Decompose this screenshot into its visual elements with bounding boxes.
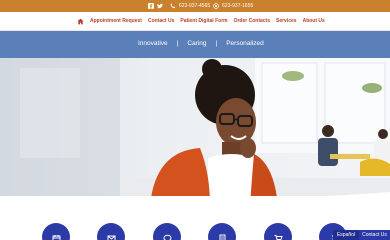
phone-icon [170,3,176,9]
chat-icon [163,230,172,240]
feature-band [0,192,390,240]
tagline-banner: Innovative | Caring | Personalized [0,31,390,58]
tagline-caring: Caring [187,40,207,47]
tagline-personalized: Personalized [226,40,264,47]
language-toggle-button[interactable]: Español [333,230,359,240]
nav-contact-us[interactable]: Contact Us [148,17,174,26]
top-utility-bar: 623-937-4565 623-937-1655 [0,0,390,12]
facebook-icon[interactable] [148,3,154,9]
tagline-separator: | [176,40,179,47]
tagline-innovative: Innovative [138,40,168,47]
fax-number: 623-937-1655 [222,3,254,9]
hero-image [0,58,390,206]
contact-us-widget-button[interactable]: Contact Us [359,230,390,240]
calendar-feature-button[interactable] [42,223,70,240]
twitter-icon[interactable] [157,3,163,9]
mail-icon [107,230,116,240]
main-navigation: Appointment Request Contact Us Patient D… [0,12,390,31]
wave-divider [0,192,390,204]
fax-icon [213,3,219,9]
chat-feature-button[interactable] [153,223,181,240]
nav-appointment-request[interactable]: Appointment Request [90,17,142,26]
form-icon [218,230,227,240]
nav-order-contacts[interactable]: Order Contacts [234,17,270,26]
cart-feature-button[interactable] [264,223,292,240]
cart-icon [274,230,283,240]
mail-feature-button[interactable] [97,223,125,240]
tagline-separator: | [215,40,218,47]
nav-services[interactable]: Services [276,17,297,26]
nav-patient-digital-form[interactable]: Patient Digital Form [180,17,227,26]
home-icon[interactable] [77,18,84,25]
form-feature-button[interactable] [208,223,236,240]
calendar-icon [52,230,61,240]
nav-about-us[interactable]: About Us [303,17,325,26]
phone-number[interactable]: 623-937-4565 [179,2,210,10]
